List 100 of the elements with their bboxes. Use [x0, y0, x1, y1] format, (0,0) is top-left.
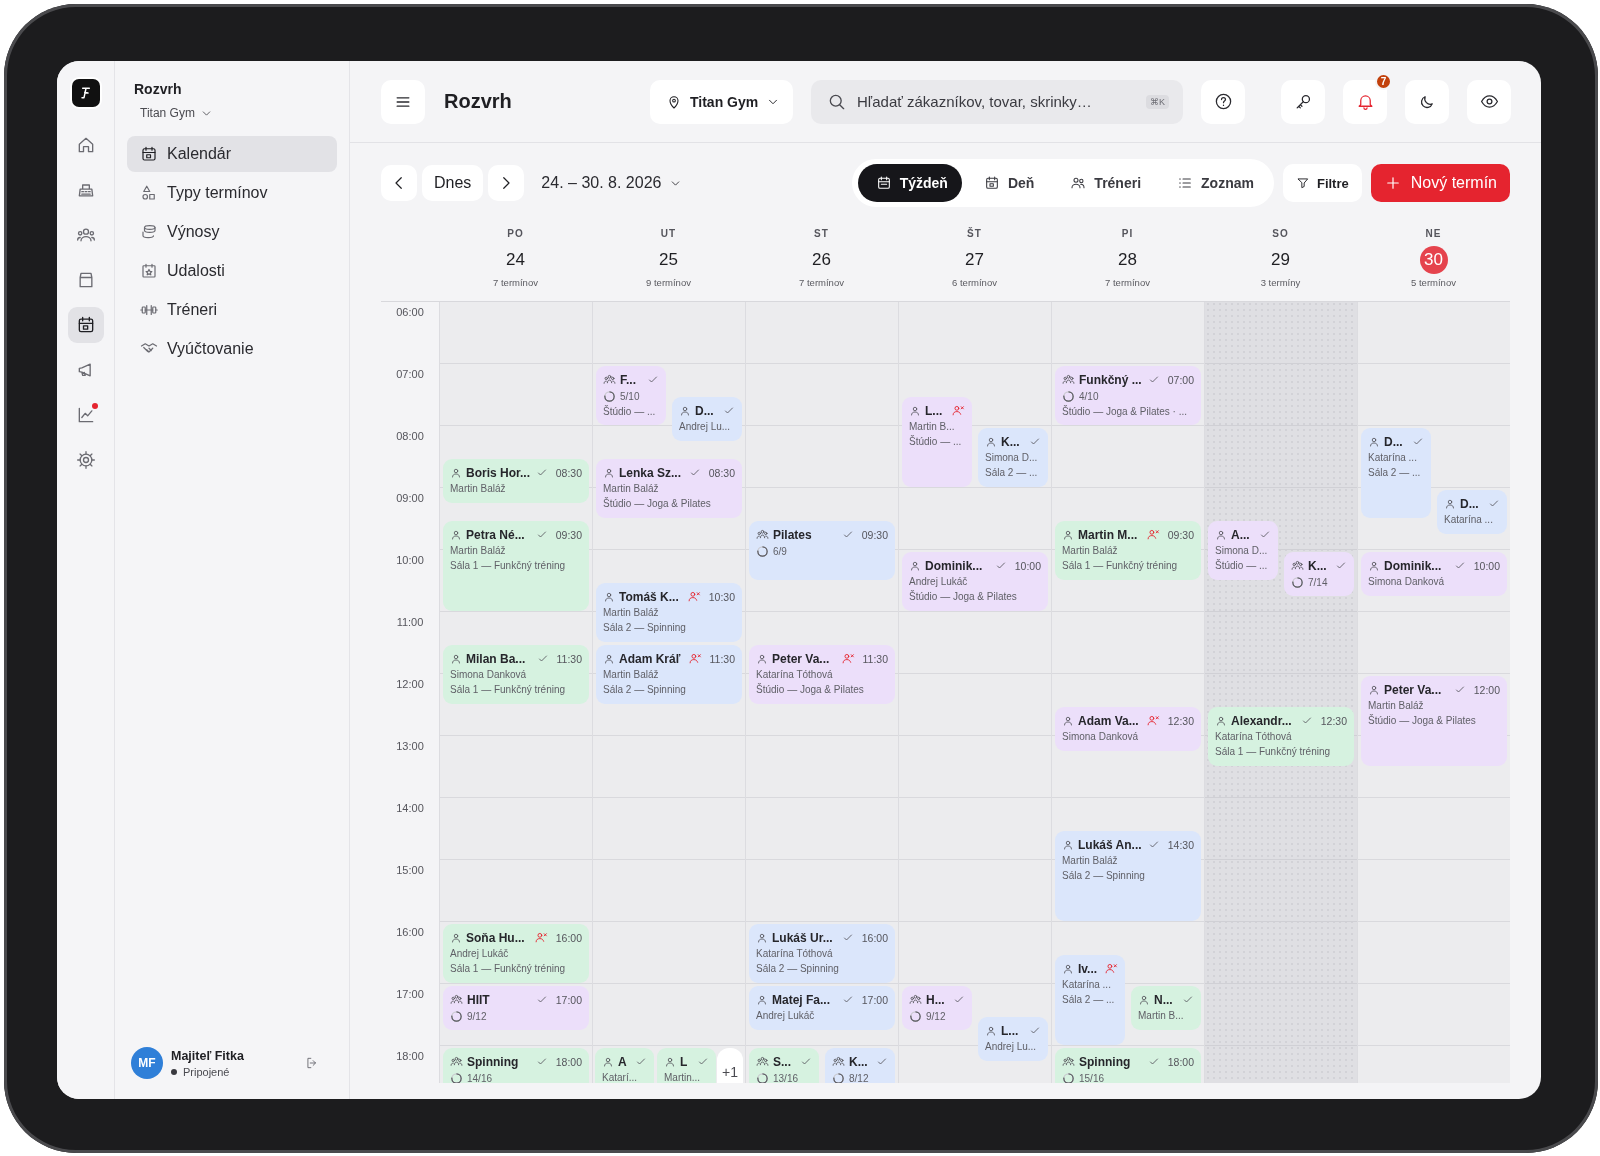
event-card[interactable]: A Katarí... [595, 1048, 654, 1083]
event-card[interactable]: D... Katarína ... Sála 2 — ... [1361, 428, 1431, 518]
day-number[interactable]: 30 [1419, 246, 1448, 274]
event-card[interactable]: K... 7/14 [1284, 552, 1354, 596]
sidebar-item[interactable]: Výnosy [127, 214, 337, 250]
event-card[interactable]: Peter Va... 12:00 Martin Baláž Štúdio — Joga & Pilates [1361, 676, 1507, 766]
help-button[interactable] [1201, 79, 1245, 124]
date-range-selector[interactable]: 24. – 30. 8. 2026 [541, 174, 683, 192]
app-logo[interactable] [71, 79, 100, 107]
day-number[interactable]: 26 [807, 246, 836, 274]
group-icon [756, 528, 769, 541]
calendar-icon [140, 145, 158, 163]
notification-dot [91, 403, 98, 409]
day-number[interactable]: 24 [501, 246, 530, 274]
group-icon [832, 1055, 845, 1068]
capacity-count: 6/9 [773, 544, 787, 558]
trainer-name: Martin... [664, 1071, 702, 1083]
event-title: Lukáš An... [1078, 837, 1142, 852]
event-card[interactable]: Boris Hor... 08:30 Martin Baláž [443, 459, 589, 503]
event-card[interactable]: Pilates 09:30 6/9 [749, 521, 895, 580]
person-icon [603, 652, 615, 665]
event-card[interactable]: Matej Fa... 17:00 Andrej Lukáč [749, 986, 895, 1030]
today-button[interactable]: Dnes [422, 165, 484, 201]
event-card[interactable]: L... Martin B... Štúdio — ... [902, 397, 972, 487]
event-card[interactable]: L... Andrej Lu... [978, 1017, 1048, 1061]
menu-button[interactable] [381, 79, 425, 124]
event-card[interactable]: N... Martin B... [1131, 986, 1201, 1030]
coins-icon [140, 223, 158, 241]
event-card[interactable]: H... 9/12 [902, 986, 972, 1030]
event-card[interactable]: A... Simona D... Štúdio — ... [1208, 521, 1278, 580]
person-icon [602, 1055, 614, 1068]
day-number[interactable]: 28 [1113, 246, 1142, 274]
sidebar-item[interactable]: Vyúčtovanie [127, 331, 337, 367]
view-tab[interactable]: Týždeň [857, 164, 962, 202]
event-card[interactable]: Adam Va... 12:30 Simona Danková [1055, 707, 1201, 751]
event-card[interactable]: Lukáš An... 14:30 Martin Baláž Sála 2 — Spinning [1055, 831, 1201, 921]
key-button[interactable] [1281, 79, 1325, 124]
event-card[interactable]: L Martin... [657, 1048, 716, 1083]
event-card[interactable]: Spinning 18:00 15/16 [1055, 1048, 1201, 1083]
capacity-ring-icon [756, 544, 769, 558]
filter-button[interactable]: Filtre [1282, 164, 1362, 202]
event-card[interactable]: Peter Va... 11:30 Katarína Tóthová Štúdio — Joga & Pilates [749, 645, 895, 704]
capacity-ring-icon [603, 389, 616, 403]
view-tab[interactable]: Zoznam [1159, 164, 1268, 202]
event-card[interactable]: F... 5/10 Štúdio — ... [596, 366, 666, 425]
sidebar-item[interactable]: Kalendár [127, 136, 337, 172]
event-card[interactable]: Lukáš Ur... 16:00 Katarína Tóthová Sála 2 — Spinning [749, 924, 895, 983]
event-title: Lenka Sz... [619, 465, 682, 480]
view-tab[interactable]: Tréneri [1052, 164, 1156, 202]
event-title: HIIT [467, 992, 490, 1007]
event-card[interactable]: K... 8/12 [825, 1048, 895, 1083]
event-card[interactable]: Dominik... 10:00 Andrej Lukáč Štúdio — Joga & Pilates [902, 552, 1048, 611]
day-number[interactable]: 27 [960, 246, 989, 274]
view-tab[interactable]: Deň [965, 164, 1049, 202]
logout-icon[interactable] [305, 1056, 319, 1070]
event-card[interactable]: Lenka Sz... 08:30 Martin Baláž Štúdio — Joga & Pilates [596, 459, 742, 518]
location-selector[interactable]: Titan Gym [650, 79, 793, 124]
hour-label: 16:00 [396, 926, 424, 939]
trainer-name: Andrej Lukáč [909, 575, 969, 588]
event-card[interactable]: Dominik... 10:00 Simona Danková [1361, 552, 1507, 596]
person-icon [1444, 497, 1456, 510]
event-card[interactable]: Petra Né... 09:30 Martin Baláž Sála 1 — Funkčný tréning [443, 521, 589, 611]
day-number[interactable]: 25 [654, 246, 683, 274]
event-title: D... [1460, 496, 1479, 511]
gym-selector[interactable]: Titan Gym [134, 106, 213, 120]
event-card[interactable]: Iv... Katarína ... Sála 2 — ... [1055, 955, 1125, 1045]
day-number[interactable]: 29 [1266, 246, 1295, 274]
hour-label: 10:00 [396, 554, 424, 567]
event-card[interactable]: Tomáš K... 10:30 Martin Baláž Sála 2 — Spinning [596, 583, 742, 642]
sidebar-item[interactable]: Typy termínov [127, 175, 337, 211]
event-card[interactable]: D... Andrej Lu... [672, 397, 742, 441]
event-card[interactable]: HIIT 17:00 9/12 [443, 986, 589, 1030]
hour-label: 07:00 [396, 368, 424, 381]
weekday-label: UT [660, 228, 677, 239]
sidebar-item[interactable]: Udalosti [127, 253, 337, 289]
preview-button[interactable] [1467, 79, 1511, 124]
room-name: Štúdio — Joga & Pilates [909, 590, 1018, 603]
person-icon [756, 652, 768, 665]
new-appointment-button[interactable]: Nový termín [1370, 164, 1510, 202]
event-card[interactable]: K... Simona D... Sála 2 — ... [978, 428, 1048, 487]
hour-label: 13:00 [396, 740, 424, 753]
event-card[interactable]: Martin M... 09:30 Martin Baláž Sála 1 — Funkčný tréning [1055, 521, 1201, 580]
event-title: Iv... [1078, 961, 1098, 976]
hour-label: 11:00 [396, 616, 424, 629]
event-card[interactable]: Funkčný ... 07:00 4/10 Štúdio — Joga & Pilates · ... [1055, 366, 1201, 425]
room-name: Štúdio — Joga & Pilates · ... [1062, 405, 1189, 418]
users-icon [1070, 175, 1087, 191]
trainer-name: Katarína Tóthová [1215, 730, 1293, 743]
event-card[interactable]: Adam Kráľ 11:30 Martin Baláž Sála 2 — Spinning [596, 645, 742, 704]
event-card[interactable]: Soňa Hu... 16:00 Andrej Lukáč Sála 1 — Funkčný tréning [443, 924, 589, 983]
hour-label: 12:00 [396, 678, 424, 691]
nav-button[interactable] [67, 307, 104, 343]
dark-mode-button[interactable] [1405, 79, 1449, 124]
sidebar-item[interactable]: Tréneri [127, 292, 337, 328]
event-card[interactable]: S... 13/16 [749, 1048, 819, 1083]
event-card[interactable]: Spinning 18:00 14/16 [443, 1048, 589, 1083]
event-card[interactable]: Milan Ba... 11:30 Simona Danková Sála 1 — Funkčný tréning [443, 645, 589, 704]
event-card[interactable]: D... Katarína ... [1437, 490, 1507, 534]
event-card[interactable]: Alexandr... 12:30 Katarína Tóthová Sála 1 — Funkčný tréning [1208, 707, 1354, 766]
more-events-chip[interactable]: +1 [717, 1048, 743, 1083]
